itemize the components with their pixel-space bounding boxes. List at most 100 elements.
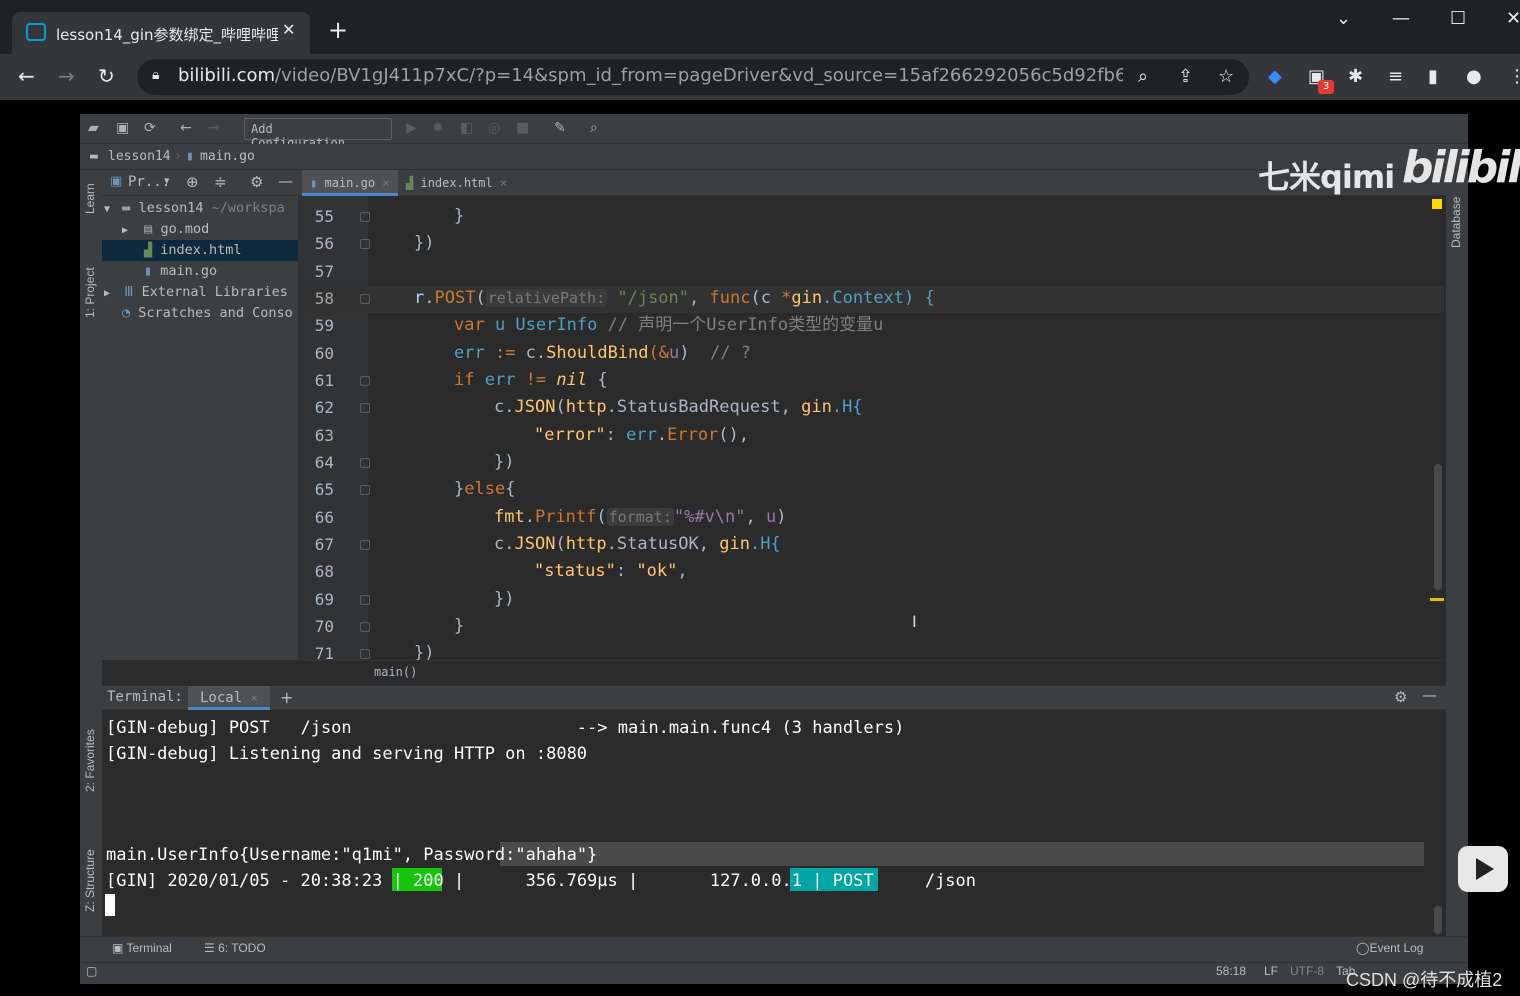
layout-icon[interactable]: ▢ — [86, 964, 97, 978]
window-minimize-button[interactable]: — — [1392, 8, 1410, 29]
profile-icon[interactable]: ◎ — [488, 120, 500, 136]
tree-item-lesson14[interactable]: ▼ ▬ lesson14 ~/workspa — [102, 198, 298, 219]
editor-scrollbar[interactable] — [1434, 464, 1442, 590]
terminal-tab-local[interactable]: Local × — [188, 686, 270, 710]
breadcrumb-project[interactable]: lesson14 — [108, 149, 171, 164]
locate-icon[interactable]: ⊕ — [186, 173, 199, 191]
fold-marker-icon[interactable] — [360, 212, 370, 222]
tree-item-main-go[interactable]: ▮ main.go — [102, 261, 298, 282]
function-crumb[interactable]: main() — [374, 665, 417, 679]
tab-main-go[interactable]: ▮ main.go × — [302, 170, 398, 196]
coverage-icon[interactable]: ◧ — [460, 120, 473, 136]
hide-panel-icon[interactable]: — — [278, 172, 293, 190]
tree-item-index-html[interactable]: ▟ index.html — [102, 240, 298, 261]
line-separator[interactable]: LF — [1264, 964, 1278, 978]
tab-search-chevron-icon[interactable]: ⌄ — [1336, 8, 1351, 29]
debug-icon[interactable]: ✹ — [432, 120, 444, 136]
play-icon — [1476, 858, 1494, 880]
reading-list-icon[interactable]: ≡ — [1388, 66, 1403, 87]
open-folder-icon[interactable]: ▰ — [88, 120, 99, 136]
analysis-status-icon[interactable] — [1432, 199, 1442, 209]
learn-tool-button[interactable]: Learn — [83, 183, 97, 214]
fold-marker-icon[interactable] — [360, 649, 370, 659]
hide-terminal-icon[interactable]: — — [1422, 686, 1437, 704]
line-number: 58 — [314, 289, 334, 308]
fold-marker-icon[interactable] — [360, 458, 370, 468]
event-log-button[interactable]: ◯Event Log — [1356, 941, 1423, 955]
caret-position[interactable]: 58:18 — [1216, 964, 1246, 978]
window-maximize-button[interactable]: ☐ — [1450, 8, 1466, 29]
tree-item-scratches[interactable]: ◔ Scratches and Conso — [102, 303, 298, 324]
save-icon[interactable]: ▣ — [116, 120, 129, 136]
tree-item-go-mod[interactable]: ▶ ▤ go.mod — [102, 219, 298, 240]
reload-icon[interactable]: ↻ — [98, 64, 115, 88]
nav-forward-icon[interactable]: → — [208, 120, 220, 136]
folder-icon: ▬ — [122, 200, 131, 216]
fold-marker-icon[interactable] — [360, 403, 370, 413]
run-icon[interactable]: ▶ — [406, 120, 417, 136]
fold-marker-icon[interactable] — [360, 595, 370, 605]
add-configuration-button[interactable]: Add Configuration... — [244, 118, 392, 150]
tree-item-external-libraries[interactable]: ▶ Ⅲ External Libraries — [102, 282, 298, 303]
go-file-icon: ▮ — [144, 263, 153, 279]
favorites-tool-button[interactable]: 2: Favorites — [83, 729, 97, 792]
fold-marker-icon[interactable] — [360, 294, 370, 304]
close-icon[interactable]: × — [251, 691, 258, 705]
terminal-scrollbar[interactable] — [1434, 906, 1442, 934]
fold-marker-icon[interactable] — [360, 239, 370, 249]
line-number: 69 — [314, 590, 334, 609]
line-number: 64 — [314, 453, 334, 472]
browser-menu-icon[interactable]: ⋮ — [1508, 66, 1520, 87]
chevron-down-icon[interactable]: ▾ — [164, 174, 170, 187]
file-encoding[interactable]: UTF-8 — [1290, 964, 1324, 978]
collapse-all-icon[interactable]: ≑ — [214, 173, 227, 191]
side-panel-icon[interactable]: ▮ — [1428, 66, 1438, 87]
extensions-puzzle-icon[interactable]: ✱ — [1348, 66, 1363, 87]
window-close-button[interactable]: ✕ — [1506, 8, 1520, 29]
new-terminal-icon[interactable]: + — [280, 688, 293, 707]
project-tool-button[interactable]: 1: Project — [83, 267, 97, 318]
gear-icon[interactable]: ⚙ — [250, 173, 263, 191]
terminal-tool-button[interactable]: ▣ Terminal — [112, 941, 172, 955]
profile-avatar-icon[interactable]: ● — [1466, 66, 1482, 87]
settings-wrench-icon[interactable]: ✎ — [554, 120, 566, 136]
close-icon[interactable]: × — [382, 176, 389, 190]
database-tool-button[interactable]: Database — [1449, 197, 1463, 248]
scratches-icon: ◔ — [122, 305, 131, 321]
browser-tab-active[interactable]: lesson14_gin参数绑定_哔哩哔哩 ✕ — [12, 12, 310, 54]
forward-arrow-icon[interactable]: → — [58, 64, 75, 88]
mouse-ibeam-cursor: I — [912, 612, 917, 631]
code-line-70: } — [454, 616, 465, 636]
warning-stripe-marker[interactable] — [1430, 598, 1444, 601]
fold-marker-icon[interactable] — [360, 376, 370, 386]
lock-icon[interactable]: 🔒︎ — [152, 67, 159, 83]
gear-icon[interactable]: ⚙ — [1394, 688, 1407, 706]
close-icon[interactable]: × — [500, 176, 507, 190]
bookmark-star-icon[interactable]: ☆ — [1218, 66, 1234, 87]
terminal-line: main.UserInfo{Username:"q1mi", Password:… — [106, 845, 598, 865]
right-tool-strip — [1446, 170, 1468, 936]
zoom-search-icon[interactable]: ⌕ — [1138, 66, 1148, 87]
tab-index-html[interactable]: ▟ index.html × — [398, 170, 515, 196]
todo-tool-button[interactable]: ☰ 6: TODO — [204, 941, 266, 955]
stop-icon[interactable]: ■ — [516, 120, 529, 136]
search-everywhere-icon[interactable]: ⌕ — [590, 120, 598, 136]
new-tab-button[interactable]: + — [328, 18, 348, 42]
code-editor[interactable] — [368, 196, 1446, 660]
sync-icon[interactable]: ⟳ — [144, 120, 156, 136]
structure-tool-button[interactable]: Z: Structure — [83, 849, 97, 912]
nav-back-icon[interactable]: ← — [180, 120, 192, 136]
fold-marker-icon[interactable] — [360, 540, 370, 550]
url-text[interactable]: bilibili.com/video/BV1gJ411p7xC/?p=14&sp… — [178, 65, 1123, 86]
chevron-right-icon[interactable]: ▶ — [102, 288, 116, 299]
tree-item-path-hint: ~/workspa — [211, 200, 285, 216]
back-arrow-icon[interactable]: ← — [18, 64, 35, 88]
breadcrumb-file[interactable]: main.go — [200, 149, 255, 164]
fold-marker-icon[interactable] — [360, 485, 370, 495]
tab-close-icon[interactable]: ✕ — [282, 20, 295, 39]
extension-gem-icon[interactable]: ◆ — [1268, 66, 1282, 87]
chevron-right-icon[interactable]: ▶ — [122, 225, 136, 236]
fold-marker-icon[interactable] — [360, 622, 370, 632]
chevron-down-icon[interactable]: ▼ — [102, 204, 114, 215]
share-icon[interactable]: ⇪ — [1178, 66, 1193, 87]
